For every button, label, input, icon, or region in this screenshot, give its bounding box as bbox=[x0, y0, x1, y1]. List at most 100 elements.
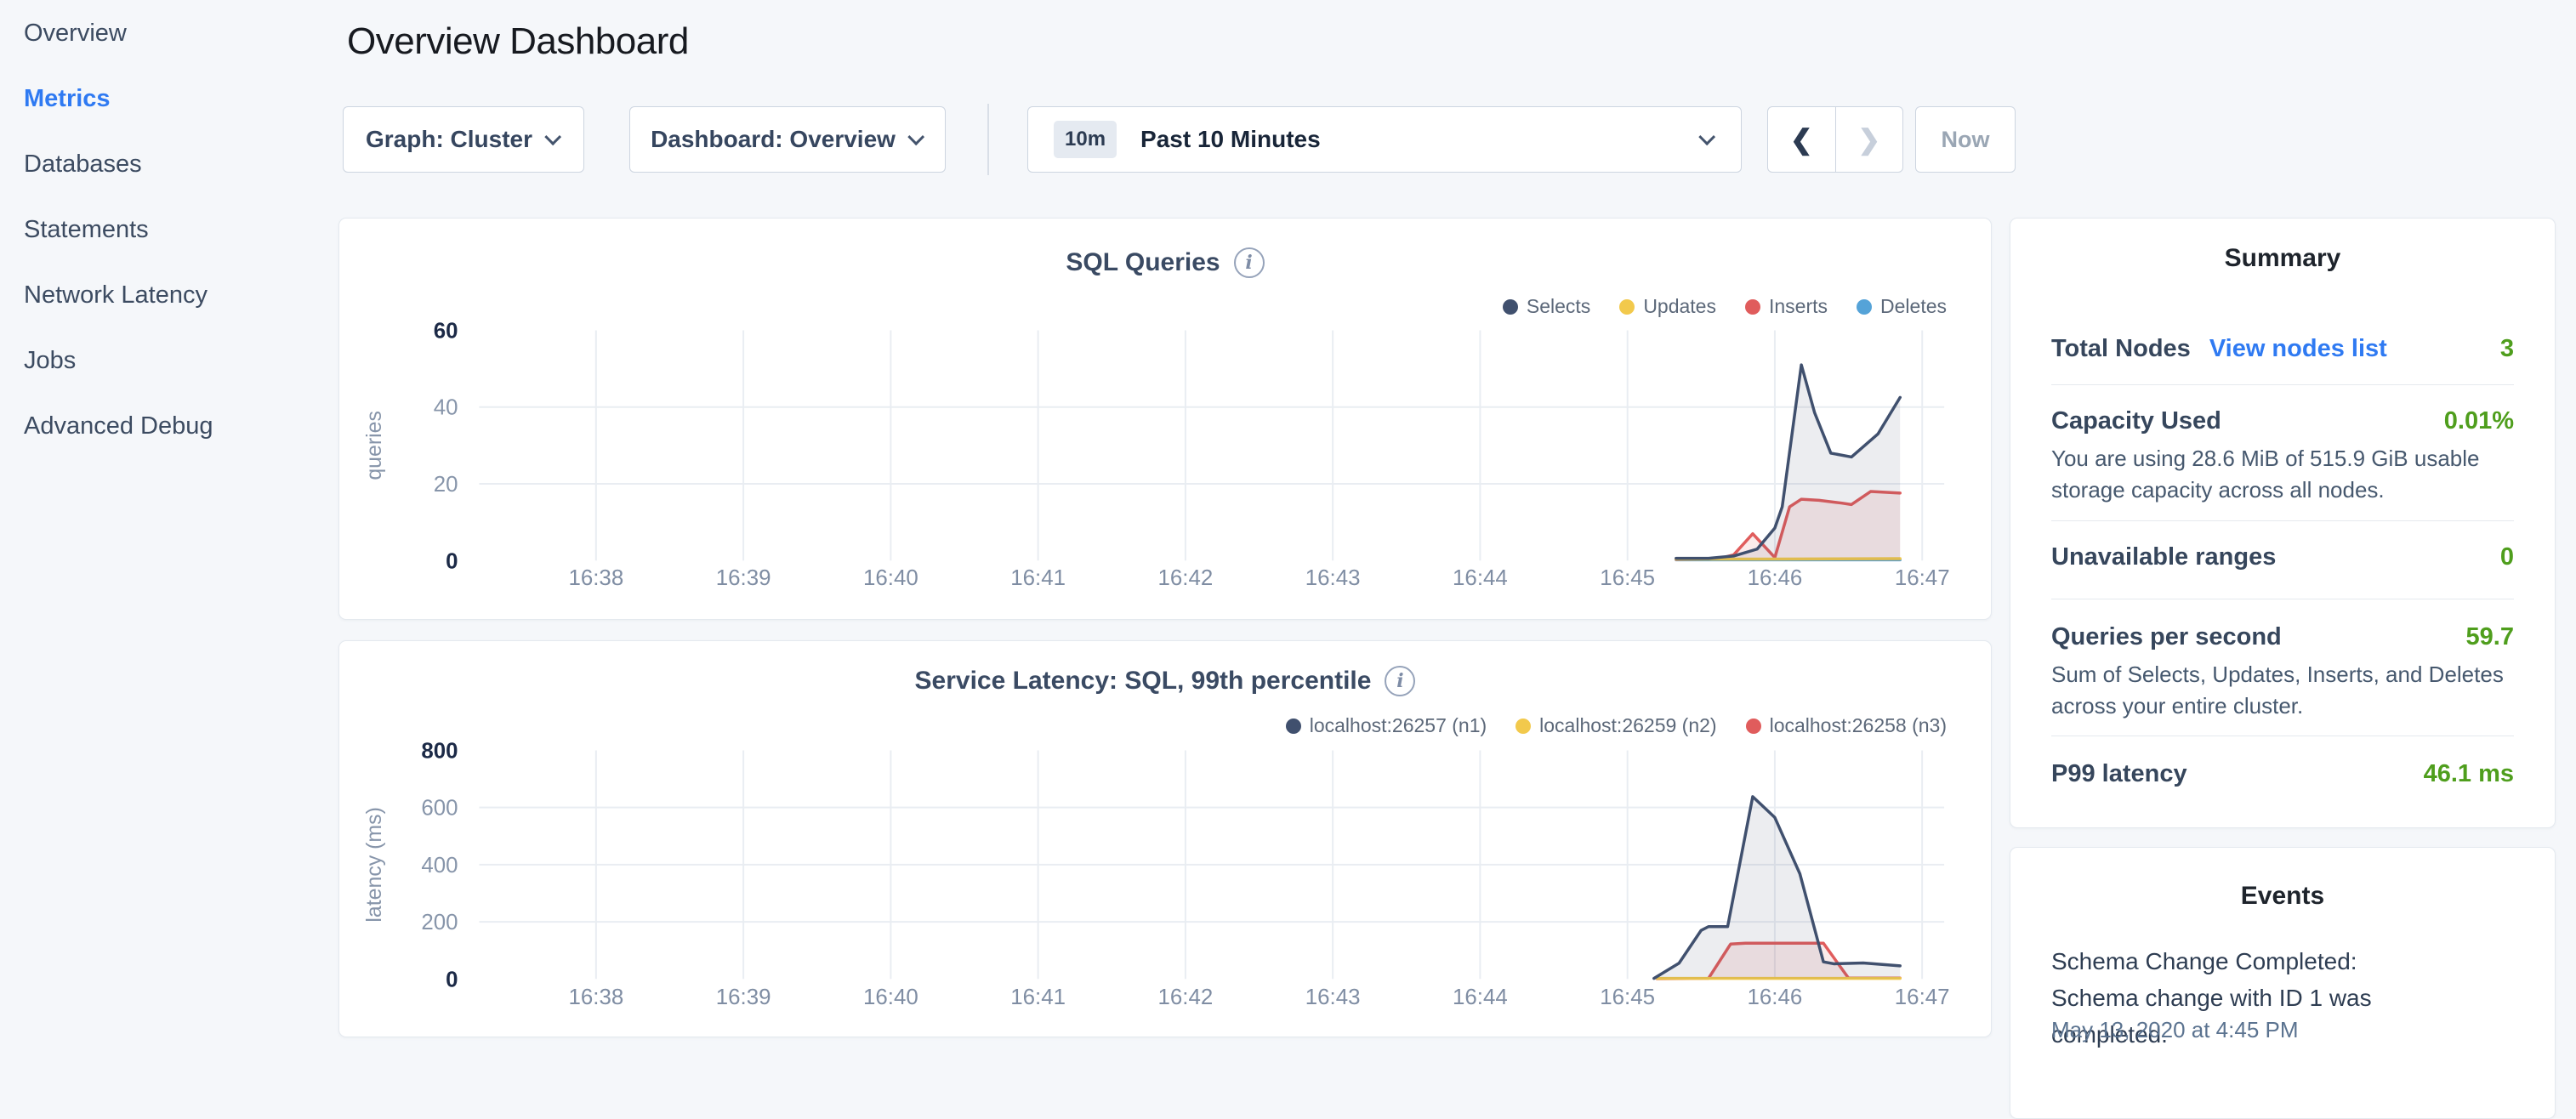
sidebar-item-metrics[interactable]: Metrics bbox=[24, 84, 330, 113]
dashboard-dropdown[interactable]: Dashboard: Overview bbox=[629, 106, 946, 173]
legend-dot-icon bbox=[1286, 719, 1301, 734]
svg-text:400: 400 bbox=[421, 854, 458, 878]
svg-text:16:42: 16:42 bbox=[1158, 566, 1214, 590]
legend-dot-icon bbox=[1503, 299, 1518, 315]
summary-row-p99-latency: P99 latency 46.1 ms bbox=[2051, 760, 2514, 788]
legend-dot-icon bbox=[1746, 719, 1761, 734]
dashboard-dropdown-label: Dashboard: Overview bbox=[651, 126, 896, 153]
legend-item: Selects bbox=[1503, 295, 1590, 318]
step-back-button[interactable]: ❮ bbox=[1768, 107, 1836, 172]
svg-text:16:42: 16:42 bbox=[1158, 986, 1214, 1009]
svg-text:16:40: 16:40 bbox=[863, 986, 918, 1009]
legend-label: Inserts bbox=[1769, 295, 1828, 318]
chart-legend: Selects Updates Inserts Deletes bbox=[1503, 295, 1947, 318]
svg-text:16:45: 16:45 bbox=[1600, 566, 1655, 590]
legend-dot-icon bbox=[1515, 719, 1531, 734]
legend-item: Deletes bbox=[1857, 295, 1947, 318]
svg-text:200: 200 bbox=[421, 911, 458, 934]
legend-label: localhost:26258 (n3) bbox=[1770, 714, 1947, 737]
chart-title: Service Latency: SQL, 99th percentile bbox=[915, 667, 1372, 696]
svg-text:16:38: 16:38 bbox=[568, 986, 623, 1009]
sidebar-item-network-latency[interactable]: Network Latency bbox=[24, 281, 330, 310]
info-icon[interactable]: i bbox=[1385, 666, 1415, 696]
legend-label: localhost:26259 (n2) bbox=[1539, 714, 1716, 737]
legend-label: localhost:26257 (n1) bbox=[1310, 714, 1487, 737]
legend-item: Updates bbox=[1619, 295, 1716, 318]
sidebar-item-advanced-debug[interactable]: Advanced Debug bbox=[24, 412, 330, 440]
legend-label: Selects bbox=[1527, 295, 1590, 318]
graph-dropdown-label: Graph: Cluster bbox=[366, 126, 532, 153]
svg-text:latency (ms): latency (ms) bbox=[362, 807, 386, 922]
summary-row-capacity: Capacity Used 0.01% bbox=[2051, 407, 2514, 435]
summary-panel: Summary Total Nodes View nodes list 3 Ca… bbox=[2010, 218, 2556, 828]
graph-dropdown[interactable]: Graph: Cluster bbox=[343, 106, 584, 173]
info-icon[interactable]: i bbox=[1234, 247, 1265, 278]
svg-text:queries: queries bbox=[362, 411, 386, 480]
chevron-down-icon bbox=[907, 128, 924, 145]
sql-queries-chart-panel: SQL Queries i SelectsUpdatesInsertsDelet… bbox=[338, 218, 1992, 620]
svg-text:16:38: 16:38 bbox=[568, 566, 623, 590]
events-heading: Events bbox=[2010, 882, 2555, 911]
time-window-picker[interactable]: 10m Past 10 Minutes bbox=[1027, 106, 1742, 173]
svg-text:16:43: 16:43 bbox=[1305, 986, 1361, 1009]
summary-label: Capacity Used bbox=[2051, 407, 2221, 435]
svg-text:16:44: 16:44 bbox=[1453, 986, 1508, 1009]
time-window-badge: 10m bbox=[1054, 121, 1117, 158]
sidebar-item-overview[interactable]: Overview bbox=[24, 19, 330, 48]
summary-value: 3 bbox=[2500, 335, 2514, 363]
legend-dot-icon bbox=[1857, 299, 1872, 315]
svg-text:20: 20 bbox=[434, 473, 458, 497]
svg-text:16:47: 16:47 bbox=[1895, 566, 1950, 590]
svg-text:60: 60 bbox=[434, 319, 458, 343]
svg-text:0: 0 bbox=[446, 549, 458, 573]
view-nodes-list-link[interactable]: View nodes list bbox=[2209, 335, 2387, 363]
sql-queries-plot: 16:3816:3916:4016:4116:4216:4316:4416:45… bbox=[339, 219, 1991, 619]
step-forward-button[interactable]: ❯ bbox=[1836, 107, 1903, 172]
legend-dot-icon bbox=[1619, 299, 1635, 315]
legend-item: localhost:26258 (n3) bbox=[1746, 714, 1947, 737]
service-latency-plot: 16:3816:3916:4016:4116:4216:4316:4416:45… bbox=[339, 641, 1991, 1037]
summary-value: 0.01% bbox=[2444, 407, 2514, 435]
app-root: Overview Metrics Databases Statements Networ… bbox=[0, 0, 2576, 1051]
summary-heading: Summary bbox=[2010, 244, 2555, 273]
svg-text:600: 600 bbox=[421, 797, 458, 821]
svg-text:16:41: 16:41 bbox=[1010, 566, 1066, 590]
page-title: Overview Dashboard bbox=[347, 20, 689, 63]
summary-description: Sum of Selects, Updates, Inserts, and De… bbox=[2051, 659, 2511, 722]
svg-text:16:40: 16:40 bbox=[863, 566, 918, 590]
summary-value: 0 bbox=[2500, 543, 2514, 571]
legend-label: Deletes bbox=[1880, 295, 1947, 318]
legend-dot-icon bbox=[1745, 299, 1760, 315]
svg-text:16:39: 16:39 bbox=[716, 986, 771, 1009]
svg-text:16:47: 16:47 bbox=[1895, 986, 1950, 1009]
sidebar-item-jobs[interactable]: Jobs bbox=[24, 346, 330, 375]
svg-text:40: 40 bbox=[434, 396, 458, 420]
svg-text:16:46: 16:46 bbox=[1748, 986, 1803, 1009]
legend-item: Inserts bbox=[1745, 295, 1828, 318]
sidebar-item-statements[interactable]: Statements bbox=[24, 215, 330, 244]
legend-label: Updates bbox=[1643, 295, 1716, 318]
legend-item: localhost:26259 (n2) bbox=[1515, 714, 1716, 737]
time-window-label: Past 10 Minutes bbox=[1140, 126, 1703, 153]
divider bbox=[2051, 520, 2514, 521]
now-button[interactable]: Now bbox=[1915, 106, 2016, 173]
svg-text:16:39: 16:39 bbox=[716, 566, 771, 590]
summary-label: Queries per second bbox=[2051, 623, 2282, 651]
svg-text:16:45: 16:45 bbox=[1600, 986, 1655, 1009]
time-step-buttons: ❮ ❯ bbox=[1767, 106, 1903, 173]
sidebar-item-databases[interactable]: Databases bbox=[24, 150, 330, 179]
summary-value: 59.7 bbox=[2466, 623, 2514, 651]
svg-text:800: 800 bbox=[421, 739, 458, 763]
divider bbox=[2051, 384, 2514, 385]
chart-legend: localhost:26257 (n1) localhost:26259 (n2)… bbox=[1286, 714, 1947, 737]
legend-item: localhost:26257 (n1) bbox=[1286, 714, 1487, 737]
controls-divider bbox=[987, 104, 989, 175]
summary-label: Unavailable ranges bbox=[2051, 543, 2276, 571]
summary-value: 46.1 ms bbox=[2424, 760, 2514, 788]
summary-row-qps: Queries per second 59.7 bbox=[2051, 623, 2514, 651]
summary-description: You are using 28.6 MiB of 515.9 GiB usab… bbox=[2051, 443, 2511, 506]
event-timestamp: May 13, 2020 at 4:45 PM bbox=[2051, 1017, 2299, 1043]
svg-text:16:44: 16:44 bbox=[1453, 566, 1508, 590]
svg-text:0: 0 bbox=[446, 968, 458, 991]
summary-row-total-nodes: Total Nodes View nodes list 3 bbox=[2051, 335, 2514, 363]
